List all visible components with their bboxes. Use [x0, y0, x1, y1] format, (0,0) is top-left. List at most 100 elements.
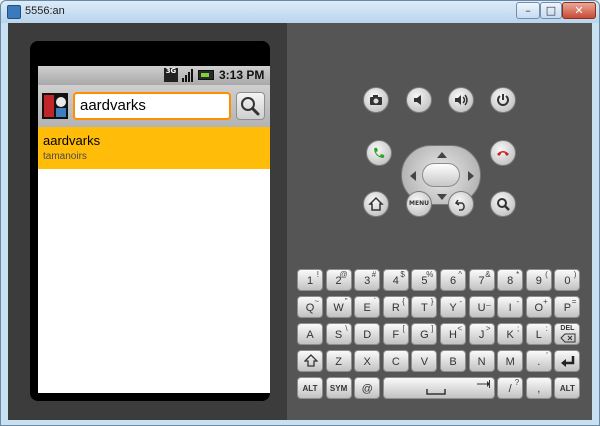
key-label: SYM [329, 384, 348, 393]
title-bar[interactable]: 5556:an – □ ✕ [1, 1, 599, 23]
key-alt-label: # [371, 270, 377, 279]
key-d[interactable]: D [354, 323, 381, 345]
key-o[interactable]: O + [525, 296, 552, 318]
key-c[interactable]: C [382, 350, 409, 372]
key-r[interactable]: R{ [382, 296, 409, 318]
volume-down-button[interactable] [406, 87, 432, 113]
key-alt-label: % [426, 270, 434, 279]
call-button[interactable] [366, 140, 392, 166]
key-slash[interactable]: /? [497, 377, 524, 399]
hardware-search-button[interactable] [490, 191, 516, 217]
back-button[interactable] [448, 191, 474, 217]
key-0[interactable]: 0) [554, 269, 581, 291]
key-7[interactable]: 7 & [468, 269, 495, 291]
key-k[interactable]: K; [497, 323, 524, 345]
key-alt-label: ^ [458, 270, 462, 279]
volume-down-icon [414, 95, 421, 105]
backspace-icon [560, 333, 576, 343]
key-label: M [505, 356, 515, 368]
home-button[interactable] [363, 191, 389, 217]
key-t[interactable]: T} [411, 296, 438, 318]
key-del[interactable]: DEL [554, 323, 581, 345]
key-comma[interactable]: , [525, 377, 552, 399]
key-3[interactable]: 3 # [354, 269, 381, 291]
key-period[interactable]: . ' [525, 350, 552, 372]
key-alt-label: [ [402, 324, 405, 333]
key-alt-label: > [485, 324, 491, 333]
key-enter[interactable] [554, 350, 581, 372]
key-p[interactable]: P = [554, 296, 581, 318]
key-shift[interactable] [297, 350, 323, 372]
search-button[interactable] [236, 92, 265, 120]
maximize-button[interactable]: □ [540, 2, 562, 19]
key-g[interactable]: G] [411, 323, 438, 345]
key-alt-label: { [402, 297, 405, 306]
search-icon [241, 97, 260, 116]
call-icon [374, 147, 385, 158]
key-w[interactable]: W " [325, 296, 352, 318]
key-s[interactable]: S \ [325, 323, 352, 345]
power-button[interactable] [490, 87, 516, 113]
minimize-button[interactable]: – [516, 2, 540, 19]
key-h[interactable]: H < [440, 323, 466, 345]
camera-button[interactable] [363, 87, 389, 113]
key-u[interactable]: U _ [468, 296, 495, 318]
menu-button[interactable]: MENU [406, 191, 432, 217]
key-alt[interactable]: ALT [297, 377, 323, 399]
key-x[interactable]: X [354, 350, 381, 372]
key-z[interactable]: Z [325, 350, 352, 372]
home-icon [368, 196, 384, 211]
search-input[interactable]: aardvarks [73, 92, 231, 120]
key-i[interactable]: I- [497, 296, 524, 318]
key-4[interactable]: 4 $ [382, 269, 409, 291]
key-a[interactable]: A [297, 323, 323, 345]
key-alt-label: + [543, 297, 548, 306]
key-label: DEL [560, 325, 575, 332]
status-bar[interactable]: 3G 3:13 PM [38, 66, 270, 85]
key-label: B [449, 356, 457, 368]
volume-up-button[interactable] [448, 87, 474, 113]
key-alt-label: ; [516, 324, 520, 333]
key-alt-label: : [545, 324, 548, 333]
key-2[interactable]: 2 @ [325, 269, 352, 291]
end-call-button[interactable] [490, 140, 516, 166]
key-sym[interactable]: SYM [325, 377, 352, 399]
qwerty-keyboard: 1! 2 @3 #4 $5% 6 ^ 7 & 8 * 9(0) Q ~ W " E ` R{T} Y - U _ I - O + P… [297, 267, 583, 407]
app-avatar-icon[interactable] [42, 93, 68, 119]
key-at[interactable]: @ [354, 377, 381, 399]
key-alt-label: \ [345, 324, 348, 333]
phone-screen[interactable]: 3G 3:13 PM aardvarks aardvarks tamanoirs [38, 66, 270, 393]
network-3g-icon: 3G [164, 68, 178, 82]
key-6[interactable]: 6 ^ [440, 269, 466, 291]
key-5[interactable]: 5% [411, 269, 438, 291]
key-m[interactable]: M [497, 350, 524, 372]
key-8[interactable]: 8 * [497, 269, 524, 291]
key-b[interactable]: B [440, 350, 466, 372]
key-q[interactable]: Q ~ [297, 296, 323, 318]
enter-icon [561, 356, 575, 367]
key-alt-label: ' [546, 351, 548, 360]
suggestion-title: aardvarks [43, 133, 101, 148]
key-space[interactable] [382, 377, 495, 399]
suggestion-item[interactable]: aardvarks tamanoirs [38, 127, 270, 169]
key-alt-label: - [459, 297, 462, 306]
key-e[interactable]: E ` [354, 296, 381, 318]
dpad-center-button[interactable] [422, 163, 460, 187]
close-button[interactable]: ✕ [562, 2, 596, 19]
key-f[interactable]: F[ [382, 323, 409, 345]
key-l[interactable]: L: [525, 323, 552, 345]
key-alt[interactable]: ALT [554, 377, 581, 399]
key-v[interactable]: V [411, 350, 438, 372]
key-y[interactable]: Y- [440, 296, 466, 318]
key-alt-label: ( [545, 270, 548, 279]
key-label: X [363, 356, 371, 368]
key-j[interactable]: J > [468, 323, 495, 345]
key-label: A [306, 329, 314, 341]
key-n[interactable]: N [468, 350, 495, 372]
key-9[interactable]: 9( [525, 269, 552, 291]
key-label: ALT [559, 384, 575, 393]
status-time: 3:13 PM [219, 68, 265, 82]
key-alt-label: ~ [314, 297, 319, 306]
key-1[interactable]: 1! [297, 269, 323, 291]
space-icon [426, 389, 446, 395]
